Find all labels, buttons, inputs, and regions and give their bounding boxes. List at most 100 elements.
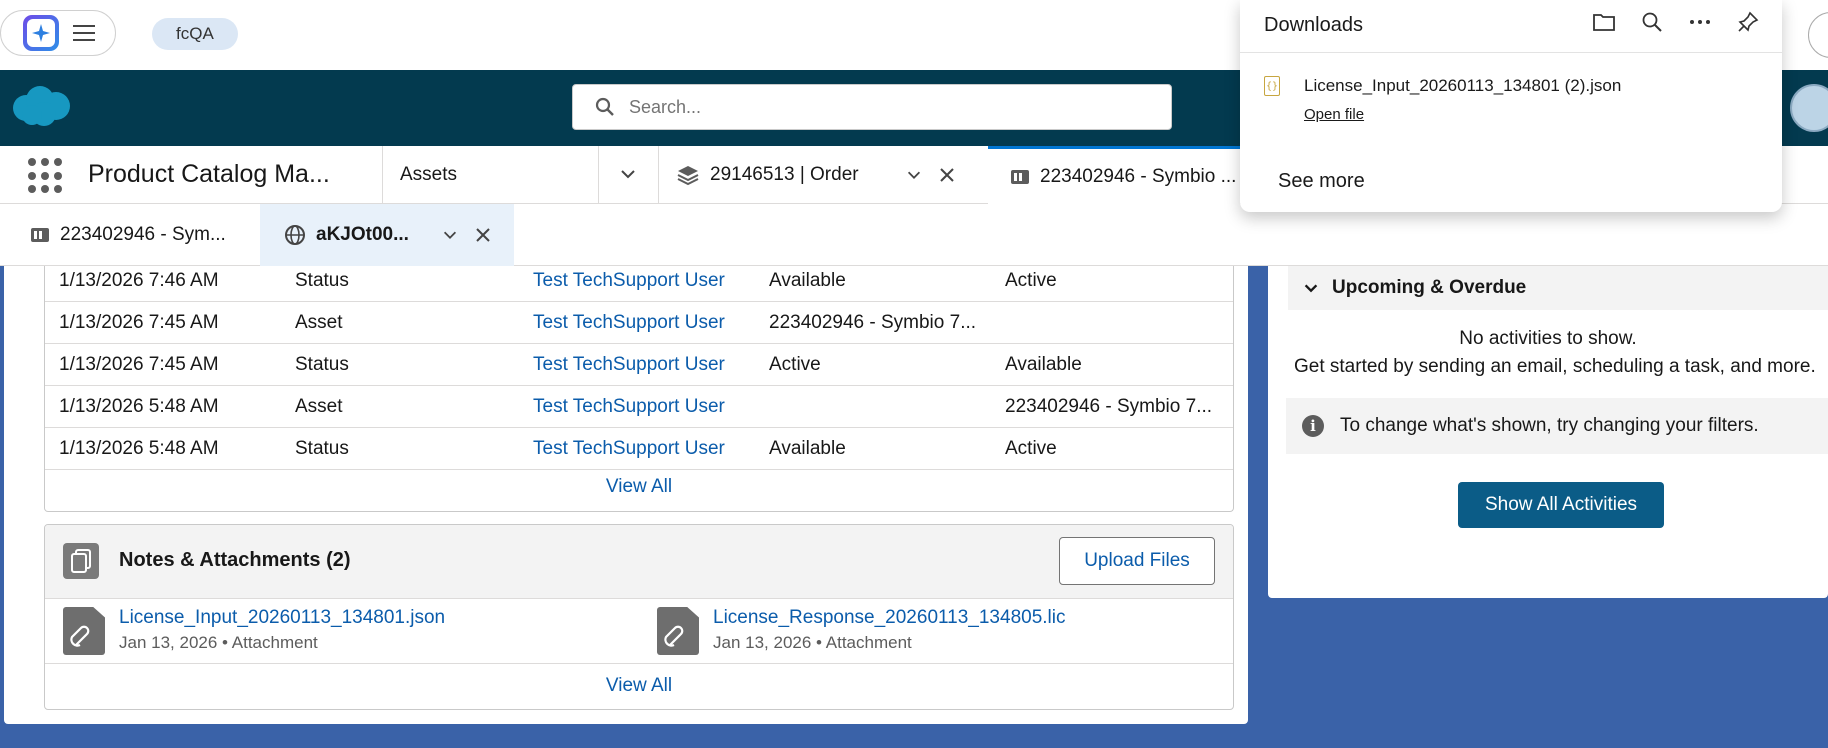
nav-divider	[658, 146, 659, 204]
attachment-name-link[interactable]: License_Input_20260113_134801.json	[119, 607, 445, 629]
files-icon	[63, 543, 99, 579]
more-icon[interactable]	[1688, 10, 1712, 34]
globe-icon	[285, 225, 305, 245]
table-row: 1/13/2026 5:48 AM Asset Test TechSupport…	[45, 386, 1233, 428]
upload-files-button[interactable]: Upload Files	[1059, 537, 1215, 585]
subtab-asset[interactable]: 223402946 - Sym...	[0, 204, 260, 266]
folder-icon[interactable]	[1592, 10, 1616, 34]
history-new-value: 223402946 - Symbio 7...	[1005, 396, 1213, 417]
copilot-icon	[23, 15, 59, 51]
history-original-value: Available	[769, 438, 846, 459]
divider	[45, 663, 1233, 664]
subtab-bar: 223402946 - Sym... aKJOt00...	[0, 204, 1828, 266]
search-input[interactable]	[627, 95, 1147, 119]
chevron-down-icon[interactable]	[1302, 279, 1320, 297]
pin-icon[interactable]	[1736, 10, 1760, 34]
global-search[interactable]	[572, 84, 1172, 130]
attachment-item[interactable]: License_Response_20260113_134805.lic Jan…	[657, 603, 1217, 659]
open-file-link[interactable]: Open file	[1304, 106, 1364, 123]
upcoming-overdue-label: Upcoming & Overdue	[1332, 277, 1527, 298]
workspace-label[interactable]: fcQA	[152, 18, 238, 50]
attachment-meta: Jan 13, 2026 • Attachment	[713, 633, 912, 652]
history-new-value: Active	[1005, 438, 1057, 459]
attachment-item[interactable]: License_Input_20260113_134801.json Jan 1…	[63, 603, 623, 659]
chevron-down-icon[interactable]	[618, 164, 638, 189]
salesforce-logo-icon[interactable]	[10, 84, 72, 133]
history-original-value: 223402946 - Symbio 7...	[769, 312, 977, 333]
downloads-title: Downloads	[1264, 14, 1363, 36]
menu-icon[interactable]	[73, 25, 95, 41]
history-date: 1/13/2026 5:48 AM	[59, 438, 219, 459]
history-related-list: 1/13/2026 7:46 AM Status Test TechSuppor…	[44, 266, 1234, 512]
history-user-link[interactable]: Test TechSupport User	[533, 396, 725, 418]
downloads-flyout: Downloads {} License_Input_20260113_1348…	[1240, 0, 1782, 212]
get-started-text: Get started by sending an email, schedul…	[1294, 356, 1816, 377]
attachment-icon	[657, 607, 699, 655]
history-date: 1/13/2026 5:48 AM	[59, 396, 219, 417]
history-date: 1/13/2026 7:45 AM	[59, 354, 219, 375]
filter-note: i To change what's shown, try changing y…	[1286, 398, 1828, 454]
attachment-name-link[interactable]: License_Response_20260113_134805.lic	[713, 607, 1066, 629]
subtab-record[interactable]: aKJOt00...	[260, 204, 514, 266]
show-all-activities-button[interactable]: Show All Activities	[1458, 482, 1664, 528]
info-icon: i	[1302, 415, 1324, 437]
subtab-record-label: aKJOt00...	[316, 224, 409, 245]
history-user-link[interactable]: Test TechSupport User	[533, 354, 725, 376]
nav-item-assets[interactable]: Assets	[400, 164, 457, 186]
divider	[1240, 52, 1782, 53]
avatar[interactable]	[1790, 84, 1828, 132]
search-icon	[595, 97, 614, 116]
upcoming-overdue-section[interactable]: Upcoming & Overdue	[1288, 266, 1828, 310]
filter-note-text: To change what's shown, try changing you…	[1340, 415, 1759, 436]
notes-view-all-link[interactable]: View All	[45, 675, 1233, 697]
attachment-icon	[63, 607, 105, 655]
tab-order-label: 29146513 | Order	[710, 164, 859, 185]
history-user-link[interactable]: Test TechSupport User	[533, 270, 725, 292]
asset-icon	[1011, 169, 1029, 184]
tab-asset[interactable]: 223402946 - Symbio ...	[988, 146, 1240, 204]
history-field: Asset	[295, 312, 343, 333]
table-row: 1/13/2026 7:45 AM Asset Test TechSupport…	[45, 302, 1233, 344]
history-view-all-link[interactable]: View All	[45, 476, 1233, 498]
json-file-icon: {}	[1264, 76, 1280, 96]
history-original-value: Active	[769, 354, 821, 375]
history-user-link[interactable]: Test TechSupport User	[533, 312, 725, 334]
attachment-meta: Jan 13, 2026 • Attachment	[119, 633, 318, 652]
downloaded-file-name[interactable]: License_Input_20260113_134801 (2).json	[1304, 76, 1621, 96]
table-row: 1/13/2026 7:45 AM Status Test TechSuppor…	[45, 344, 1233, 386]
history-date: 1/13/2026 7:46 AM	[59, 270, 219, 291]
app-launcher-icon[interactable]	[28, 158, 64, 194]
close-icon[interactable]	[939, 167, 955, 183]
copilot-button[interactable]	[0, 10, 116, 56]
profile-circle[interactable]	[1808, 12, 1828, 58]
history-original-value: Available	[769, 270, 846, 291]
notes-attachments-card: Notes & Attachments (2) Upload Files Lic…	[44, 524, 1234, 710]
history-field: Asset	[295, 396, 343, 417]
nav-divider	[598, 146, 599, 204]
asset-icon	[31, 228, 49, 242]
see-more-link[interactable]: See more	[1278, 170, 1365, 193]
table-row: 1/13/2026 5:48 AM Status Test TechSuppor…	[45, 428, 1233, 470]
subtab-asset-label: 223402946 - Sym...	[60, 224, 226, 245]
history-date: 1/13/2026 7:45 AM	[59, 312, 219, 333]
history-new-value: Active	[1005, 270, 1057, 291]
tab-asset-label: 223402946 - Symbio ...	[1040, 165, 1237, 187]
downloads-actions	[1592, 10, 1760, 34]
app-name: Product Catalog Ma...	[88, 160, 330, 188]
close-icon[interactable]	[475, 227, 491, 243]
history-user-link[interactable]: Test TechSupport User	[533, 438, 725, 460]
activity-panel: Upcoming & Overdue No activities to show…	[1268, 266, 1828, 598]
history-field: Status	[295, 438, 349, 459]
no-activities-text: No activities to show.	[1459, 328, 1637, 349]
notes-title: Notes & Attachments (2)	[119, 549, 351, 571]
chevron-down-icon[interactable]	[905, 166, 923, 184]
history-new-value: Available	[1005, 354, 1082, 375]
main-record-panel: 1/13/2026 7:46 AM Status Test TechSuppor…	[4, 266, 1248, 724]
history-field: Status	[295, 354, 349, 375]
chevron-down-icon[interactable]	[441, 226, 459, 244]
nav-divider	[382, 146, 383, 204]
table-row: 1/13/2026 7:46 AM Status Test TechSuppor…	[45, 260, 1233, 302]
search-icon[interactable]	[1640, 10, 1664, 34]
history-field: Status	[295, 270, 349, 291]
tab-order[interactable]: 29146513 | Order	[676, 146, 988, 204]
